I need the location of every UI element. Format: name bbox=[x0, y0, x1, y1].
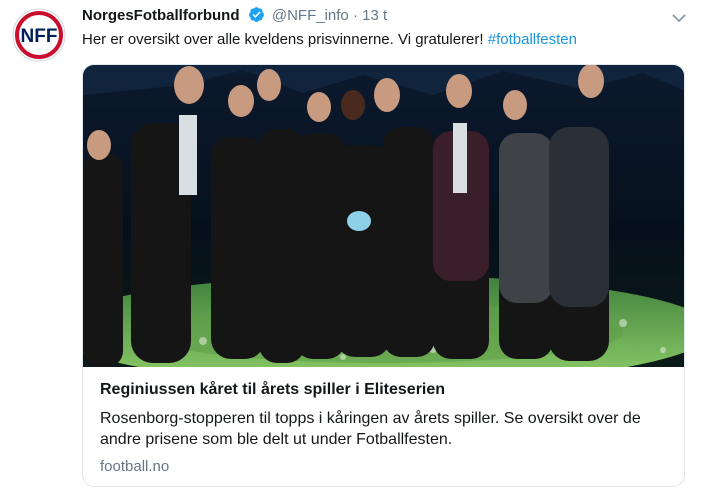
verified-badge-icon bbox=[248, 6, 265, 29]
logo-letters: NFF bbox=[21, 26, 58, 47]
chevron-down-icon[interactable] bbox=[671, 10, 687, 26]
handle[interactable]: @NFF_info bbox=[272, 7, 349, 24]
timestamp[interactable]: 13 t bbox=[362, 7, 387, 24]
card-title[interactable]: Reginiussen kåret til årets spiller i El… bbox=[100, 380, 445, 400]
tweet-header: NorgesFotballforbund @NFF_info · 13 t bbox=[82, 6, 387, 29]
link-card[interactable]: Reginiussen kåret til årets spiller i El… bbox=[82, 64, 685, 487]
card-domain[interactable]: football.no bbox=[100, 458, 169, 475]
display-name[interactable]: NorgesFotballforbund bbox=[82, 7, 240, 24]
tweet-text-body: Her er oversikt over alle kveldens prisv… bbox=[82, 31, 488, 48]
nff-logo-icon: NFF bbox=[12, 8, 66, 62]
card-description: Rosenborg-stopperen til topps i kåringen… bbox=[100, 410, 641, 448]
avatar[interactable]: NFF bbox=[12, 8, 66, 62]
separator: · bbox=[352, 7, 358, 24]
card-image[interactable] bbox=[83, 65, 685, 367]
tweet-text: Her er oversikt over alle kveldens prisv… bbox=[82, 30, 577, 50]
hashtag-link[interactable]: #fotballfesten bbox=[488, 31, 577, 48]
